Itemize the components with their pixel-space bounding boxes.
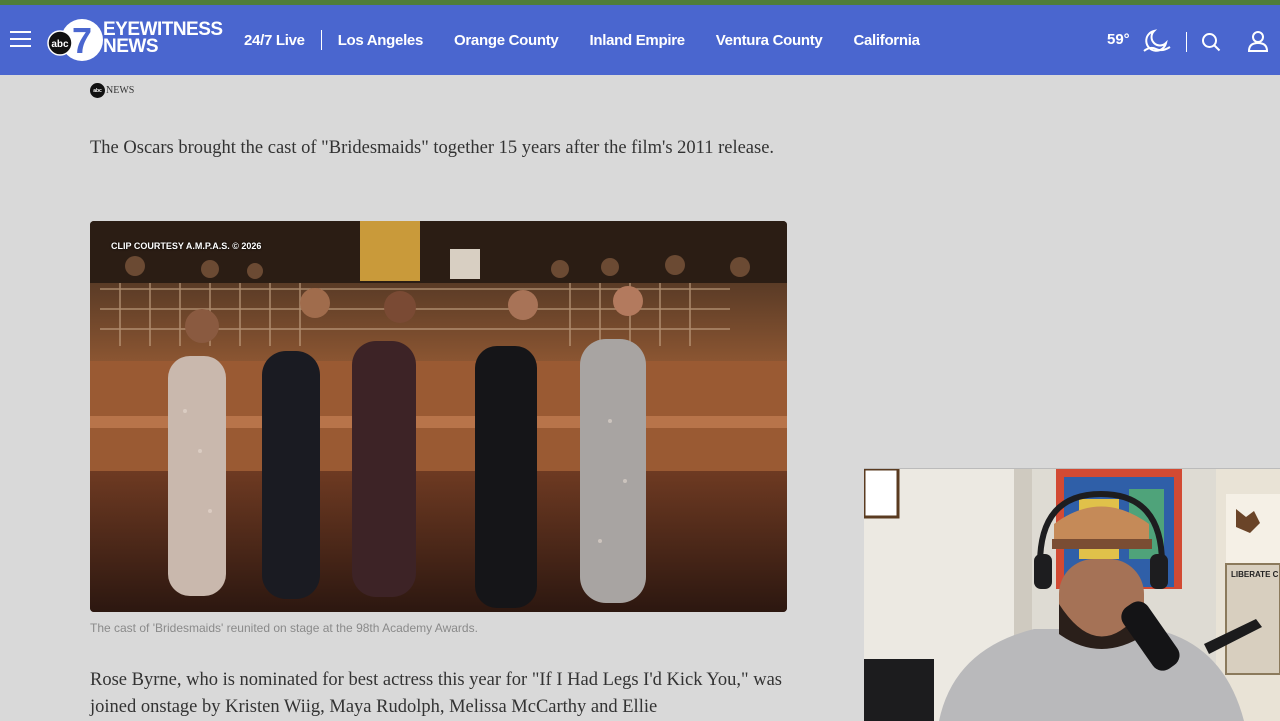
primary-nav: 24/7 Live Los Angeles Orange County Inla… — [244, 29, 920, 51]
logo-number: 7 — [72, 20, 92, 61]
user-icon[interactable] — [1247, 30, 1269, 52]
weather-icon[interactable] — [1140, 27, 1172, 55]
abc-badge: abc — [90, 83, 105, 98]
video-player[interactable]: CLIP COURTESY A.M.P.A.S. © 2026 — [90, 221, 787, 612]
video-credit: CLIP COURTESY A.M.P.A.S. © 2026 — [111, 241, 262, 251]
nav-orange-county[interactable]: Orange County — [454, 32, 559, 49]
nav-los-angeles[interactable]: Los Angeles — [338, 32, 424, 49]
source-label: NEWS — [106, 85, 135, 96]
article-paragraph-intro: The Oscars brought the cast of "Bridesma… — [90, 138, 775, 158]
nav-ventura-county[interactable]: Ventura County — [716, 32, 823, 49]
site-logo[interactable]: 7 abc EYEWITNESS NEWS — [47, 17, 229, 63]
weather-temp[interactable]: 59° — [1107, 31, 1130, 48]
nav-divider — [320, 30, 322, 50]
webcam-overlay: LIBERATE C — [864, 468, 1280, 721]
poster-text: LIBERATE C — [1231, 570, 1279, 579]
video-frame-image — [90, 221, 787, 612]
nav-inland-empire[interactable]: Inland Empire — [589, 32, 685, 49]
search-icon[interactable] — [1201, 32, 1221, 52]
nav-california[interactable]: California — [853, 32, 919, 49]
source-credit: abc NEWS — [90, 83, 134, 98]
logo-text: EYEWITNESS NEWS — [103, 19, 223, 57]
site-header: 7 abc EYEWITNESS NEWS 24/7 Live Los Ange… — [0, 5, 1280, 75]
webcam-feed-image: LIBERATE C — [864, 469, 1280, 721]
header-divider — [1186, 32, 1187, 52]
nav-live[interactable]: 24/7 Live — [244, 32, 305, 49]
article-paragraph-2: Rose Byrne, who is nominated for best ac… — [90, 670, 783, 717]
menu-icon[interactable] — [10, 30, 31, 48]
logo-badge: abc — [51, 39, 69, 50]
abc7-logo-icon: 7 abc — [47, 19, 103, 61]
video-caption: The cast of 'Bridesmaids' reunited on st… — [90, 621, 478, 635]
